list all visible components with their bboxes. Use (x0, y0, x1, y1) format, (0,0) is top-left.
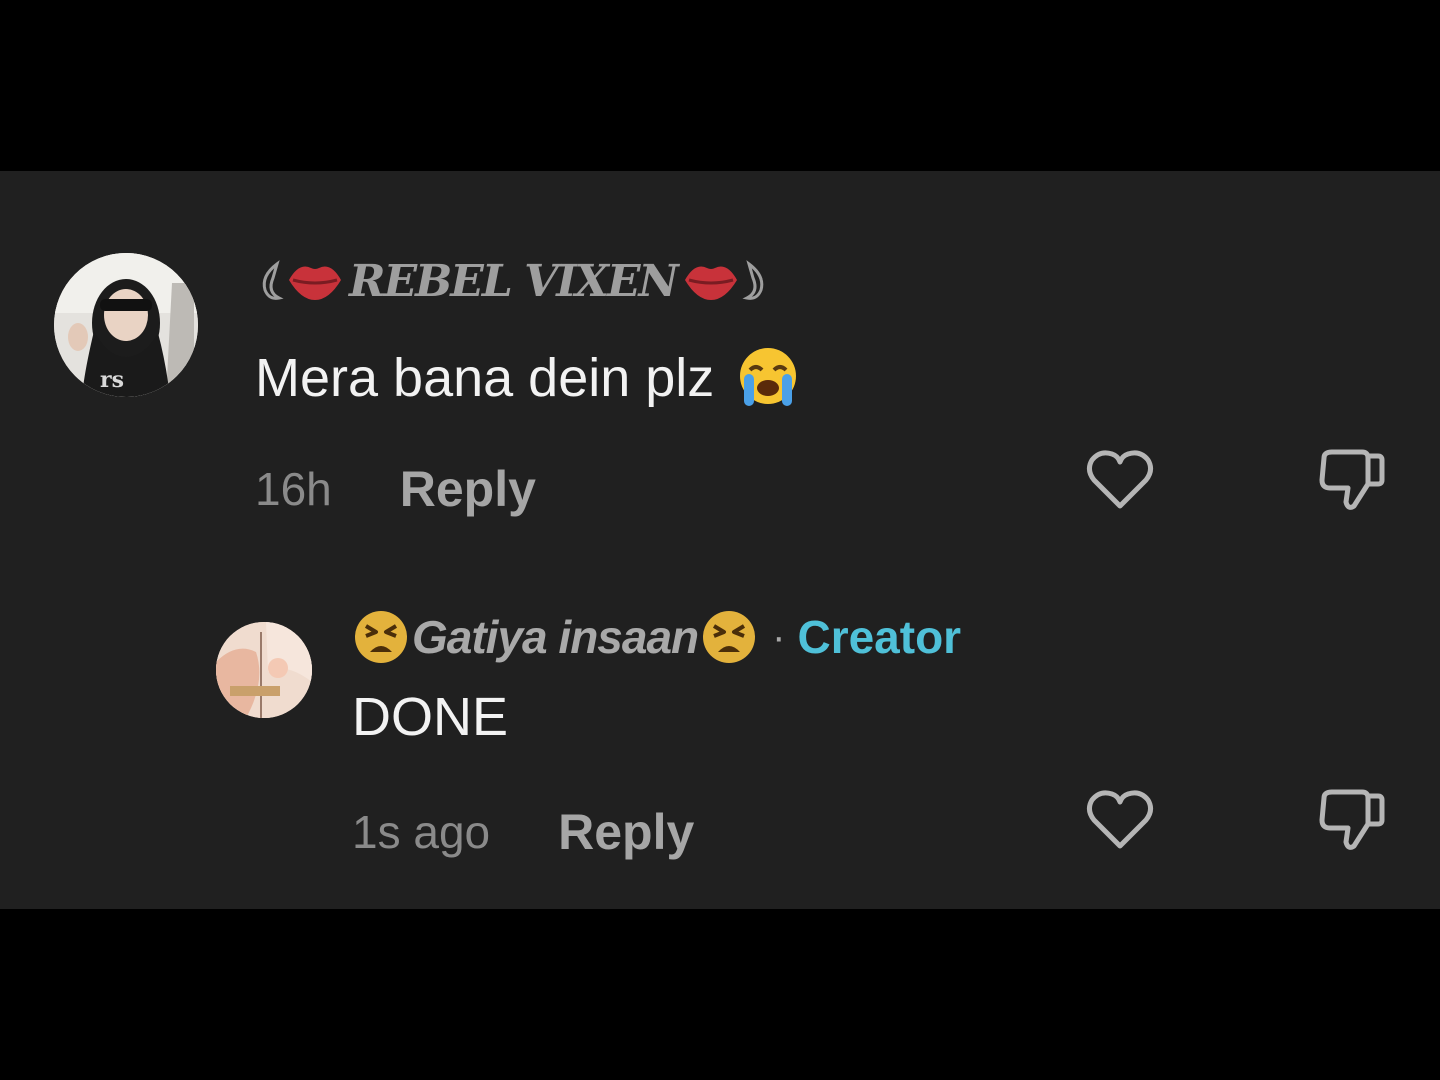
avatar[interactable] (216, 622, 312, 718)
wing-right-icon (742, 260, 763, 300)
comment-meta: 16h Reply (255, 457, 536, 521)
dislike-button[interactable] (1316, 784, 1388, 856)
username-label: Gatiya insaan (412, 611, 699, 663)
wing-left-icon (262, 260, 284, 300)
lips-icon (289, 266, 341, 300)
loudly-crying-face-icon (740, 348, 797, 406)
thumbs-down-icon (1319, 449, 1385, 510)
creator-badge: Creator (797, 611, 962, 663)
timestamp: 1s ago (352, 806, 491, 858)
tired-face-icon (355, 611, 407, 663)
comment-text-label: Mera bana dein plz (255, 348, 715, 408)
svg-text:rs: rs (100, 367, 124, 393)
comment-username[interactable]: REBEL VIXEN (255, 241, 771, 321)
thumbs-down-icon (1319, 789, 1385, 850)
username-label: REBEL VIXEN (349, 255, 679, 307)
heart-icon (1086, 450, 1154, 509)
lips-icon (684, 266, 737, 300)
timestamp: 16h (255, 463, 332, 515)
dislike-button[interactable] (1316, 444, 1388, 516)
reply-button[interactable]: Reply (558, 803, 694, 861)
like-button[interactable] (1084, 444, 1156, 516)
comment-text-label: DONE (352, 687, 509, 747)
comment-text: Mera bana dein plz (255, 343, 802, 413)
comment-username[interactable]: Gatiya insaan · Creator (352, 606, 961, 668)
tired-face-icon (703, 611, 756, 663)
heart-icon (1086, 790, 1154, 849)
avatar[interactable]: rs (54, 253, 198, 397)
like-button[interactable] (1084, 784, 1156, 856)
comment-text: DONE (352, 682, 508, 752)
separator-dot: · (772, 614, 786, 659)
comment-meta: 1s ago Reply (352, 800, 694, 864)
reply-button[interactable]: Reply (400, 460, 536, 518)
comments-panel: rs REBEL VIXEN Mera bana dein plz 16h Re… (0, 171, 1440, 909)
